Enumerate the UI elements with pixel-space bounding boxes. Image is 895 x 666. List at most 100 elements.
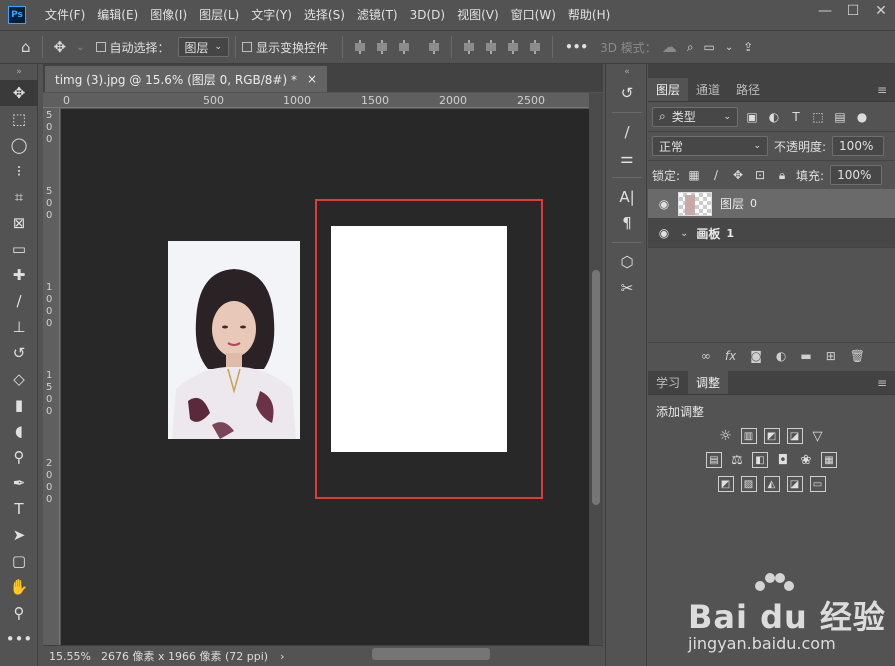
- menu-layer[interactable]: 图层(L): [193, 0, 245, 30]
- panel-menu-icon[interactable]: ≡: [869, 78, 895, 101]
- color-balance-icon[interactable]: ⚖: [729, 452, 745, 468]
- shape-filter-icon[interactable]: ⬚: [810, 110, 826, 124]
- zoom-tool-icon[interactable]: ⚲: [0, 600, 38, 626]
- blend-mode-dropdown[interactable]: 正常 ⌄: [652, 136, 768, 156]
- move-icon[interactable]: ✥: [49, 38, 72, 56]
- layer-row[interactable]: ◉ ⌄ 画板 1: [648, 219, 895, 248]
- history-panel-icon[interactable]: ↺: [606, 80, 648, 106]
- share-icon[interactable]: ⇪: [738, 40, 758, 54]
- status-arrow-icon[interactable]: ›: [280, 650, 284, 663]
- lock-artboard-icon[interactable]: ⊡: [752, 168, 768, 182]
- more-tools-icon[interactable]: •••: [0, 626, 38, 652]
- orbit-3d-icon[interactable]: ☁: [657, 38, 682, 56]
- auto-select-dropdown[interactable]: 图层 ⌄: [177, 37, 230, 57]
- fill-input[interactable]: 100%: [830, 165, 883, 185]
- hue-saturation-icon[interactable]: ▤: [706, 452, 722, 468]
- eye-icon[interactable]: ◉: [654, 226, 674, 240]
- folder-icon[interactable]: ▬: [800, 349, 811, 363]
- auto-select-checkbox[interactable]: 自动选择：: [95, 39, 170, 56]
- close-tab-icon[interactable]: ×: [307, 72, 317, 86]
- panel-menu-icon[interactable]: ≡: [869, 371, 895, 394]
- gradient-map-icon[interactable]: ▭: [809, 476, 826, 492]
- type-filter-icon[interactable]: T: [788, 110, 804, 124]
- stamp-tool-icon[interactable]: ⊥: [0, 314, 38, 340]
- dodge-tool-icon[interactable]: ⚲: [0, 444, 38, 470]
- brightness-icon[interactable]: ☼: [718, 428, 734, 444]
- search-icon[interactable]: ⌕: [682, 40, 699, 55]
- trash-icon[interactable]: 🗑︎: [850, 349, 865, 363]
- healing-brush-icon[interactable]: ✚: [0, 262, 38, 288]
- character-panel-icon[interactable]: A|: [606, 184, 648, 210]
- menu-type[interactable]: 文字(Y): [245, 0, 298, 30]
- blur-tool-icon[interactable]: ◖: [0, 418, 38, 444]
- close-button[interactable]: ✕: [867, 0, 895, 22]
- more-options-button[interactable]: •••: [559, 40, 594, 54]
- filter-toggle-icon[interactable]: ●: [854, 110, 870, 124]
- image-filter-icon[interactable]: ▣: [744, 110, 760, 124]
- zoom-level[interactable]: 15.55%: [43, 650, 97, 663]
- lock-all-icon[interactable]: 🔒︎: [774, 168, 790, 183]
- align-right-icon[interactable]: [397, 40, 411, 54]
- tool-presets-icon[interactable]: ✂: [606, 275, 648, 301]
- mask-icon[interactable]: ◙: [750, 349, 762, 363]
- checkbox-icon[interactable]: [242, 42, 253, 52]
- lock-image-icon[interactable]: ∕: [708, 168, 724, 182]
- invert-icon[interactable]: ◩: [717, 476, 734, 492]
- move-tool-icon[interactable]: ✥: [0, 80, 38, 106]
- distribute-icon[interactable]: [427, 40, 441, 54]
- fx-icon[interactable]: fx: [725, 349, 736, 363]
- distribute-vertical-icon[interactable]: [528, 40, 542, 54]
- vertical-ruler[interactable]: 5 0 0 5 0 0 1 0 0 0 1 5 0 0 2 0 0 0: [43, 108, 60, 645]
- 3d-panel-icon[interactable]: ⬡: [606, 249, 648, 275]
- curves-icon[interactable]: ◩: [763, 428, 780, 444]
- adjustment-layer-icon[interactable]: ◐: [776, 349, 786, 363]
- new-layer-icon[interactable]: ⊞: [826, 349, 836, 363]
- portrait-photo[interactable]: [168, 241, 300, 439]
- artboard[interactable]: [331, 226, 507, 452]
- black-white-icon[interactable]: ◧: [752, 452, 768, 468]
- tab-layers[interactable]: 图层: [648, 78, 689, 101]
- chevron-down-icon[interactable]: ⌄: [71, 42, 89, 53]
- menu-help[interactable]: 帮助(H): [562, 0, 616, 30]
- selective-color-icon[interactable]: ◪: [786, 476, 803, 492]
- menu-image[interactable]: 图像(I): [144, 0, 193, 30]
- align-top-icon[interactable]: [462, 40, 476, 54]
- tab-paths[interactable]: 路径: [728, 78, 768, 101]
- menu-window[interactable]: 窗口(W): [505, 0, 562, 30]
- type-tool-icon[interactable]: T: [0, 496, 38, 522]
- menu-file[interactable]: 文件(F): [39, 0, 91, 30]
- align-left-icon[interactable]: [353, 40, 367, 54]
- brush-tool-icon[interactable]: ∕: [0, 288, 38, 314]
- levels-icon[interactable]: ▥: [740, 428, 757, 444]
- menu-select[interactable]: 选择(S): [298, 0, 351, 30]
- hand-tool-icon[interactable]: ✋: [0, 574, 38, 600]
- path-select-tool-icon[interactable]: ➤: [0, 522, 38, 548]
- paragraph-panel-icon[interactable]: ¶: [606, 210, 648, 236]
- history-brush-icon[interactable]: ↺: [0, 340, 38, 366]
- show-transform-checkbox[interactable]: 显示变换控件: [242, 39, 328, 56]
- menu-3d[interactable]: 3D(D): [404, 0, 451, 30]
- marquee-tool-icon[interactable]: ⬚: [0, 106, 38, 132]
- home-icon[interactable]: ⌂: [16, 38, 36, 56]
- posterize-icon[interactable]: ▨: [740, 476, 757, 492]
- align-bottom-icon[interactable]: [506, 40, 520, 54]
- chevron-down-icon[interactable]: ⌄: [720, 42, 738, 53]
- tab-adjustments[interactable]: 调整: [688, 371, 729, 394]
- layer-row[interactable]: ◉ 图层 0: [648, 189, 895, 219]
- tab-learn[interactable]: 学习: [648, 371, 688, 394]
- smart-object-filter-icon[interactable]: ▤: [832, 110, 848, 124]
- ruler-tool-icon[interactable]: ▭: [0, 236, 38, 262]
- pen-tool-icon[interactable]: ✒: [0, 470, 38, 496]
- tab-channels[interactable]: 通道: [688, 78, 728, 101]
- layer-filter-dropdown[interactable]: ⌕ 类型 ⌄: [652, 106, 738, 127]
- quick-select-tool-icon[interactable]: ⁝: [0, 158, 38, 184]
- channel-mixer-icon[interactable]: ❀: [798, 452, 814, 468]
- menu-view[interactable]: 视图(V): [451, 0, 505, 30]
- crop-tool-icon[interactable]: ⌗: [0, 184, 38, 210]
- checkbox-icon[interactable]: [95, 42, 106, 52]
- document-tab[interactable]: timg (3).jpg @ 15.6% (图层 0, RGB/8#) * ×: [45, 66, 328, 92]
- minimize-button[interactable]: —: [811, 0, 839, 22]
- menu-edit[interactable]: 编辑(E): [91, 0, 144, 30]
- horizontal-scroll-thumb[interactable]: [372, 648, 490, 660]
- photo-filter-icon[interactable]: ◘: [775, 452, 791, 468]
